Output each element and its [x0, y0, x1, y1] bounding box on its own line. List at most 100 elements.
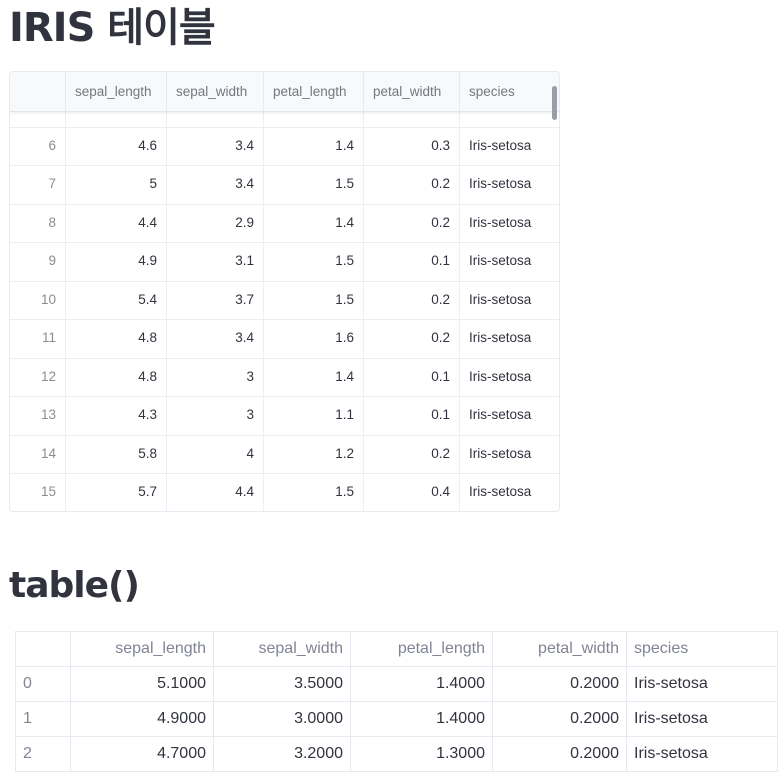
- sepal-length-cell[interactable]: 4.8: [66, 357, 167, 396]
- petal-width-cell[interactable]: 0.1: [364, 357, 460, 396]
- petal-length-cell: 1.4000: [350, 701, 493, 737]
- dataframe-row[interactable]: 13 4.3 3 1.1 0.1 Iris-setosa: [10, 396, 559, 436]
- sepal-width-cell: 3.0000: [213, 701, 351, 737]
- petal-length-cell[interactable]: 1.7: [264, 112, 364, 127]
- sepal-width-cell[interactable]: 3: [167, 357, 264, 396]
- petal-width-cell[interactable]: 0.2: [364, 165, 460, 204]
- petal-width-cell[interactable]: 0.2: [364, 280, 460, 319]
- species-cell[interactable]: Iris-setosa: [460, 473, 559, 511]
- sepal-width-cell[interactable]: 2.9: [167, 203, 264, 242]
- dataframe-header: sepal_length sepal_width petal_length pe…: [10, 72, 559, 112]
- sepal-length-cell[interactable]: 5: [66, 165, 167, 204]
- table-header-petal-width: petal_width: [492, 631, 627, 667]
- species-cell[interactable]: Iris-setosa: [460, 127, 559, 166]
- table-row: 0 5.1000 3.5000 1.4000 0.2000 Iris-setosa: [15, 666, 778, 702]
- sepal-length-cell[interactable]: 5.4: [66, 280, 167, 319]
- species-cell[interactable]: Iris-setosa: [460, 112, 559, 127]
- row-index: 13: [10, 396, 66, 435]
- sepal-length-cell[interactable]: 5.8: [66, 434, 167, 473]
- column-header-petal-length[interactable]: petal_length: [264, 72, 364, 111]
- sepal-length-cell: 5.1000: [70, 666, 214, 702]
- species-cell[interactable]: Iris-setosa: [460, 396, 559, 435]
- table-header-row: sepal_length sepal_width petal_length pe…: [15, 631, 778, 667]
- column-header-species[interactable]: species: [460, 72, 559, 111]
- dataframe-row[interactable]: 55.43.91.70.4Iris-setosa: [10, 112, 559, 128]
- table-heading: table(): [9, 565, 140, 606]
- petal-width-cell[interactable]: 0.1: [364, 396, 460, 435]
- dataframe-row[interactable]: 14 5.8 4 1.2 0.2 Iris-setosa: [10, 434, 559, 474]
- sepal-width-cell[interactable]: 4: [167, 434, 264, 473]
- petal-length-cell[interactable]: 1.5: [264, 280, 364, 319]
- dataframe-row[interactable]: 7 5 3.4 1.5 0.2 Iris-setosa: [10, 165, 559, 205]
- petal-length-cell[interactable]: 1.2: [264, 434, 364, 473]
- petal-length-cell[interactable]: 1.4: [264, 203, 364, 242]
- table-row: 1 4.9000 3.0000 1.4000 0.2000 Iris-setosa: [15, 701, 778, 737]
- sepal-width-cell[interactable]: 3.9: [167, 112, 264, 127]
- petal-width-cell[interactable]: 0.2: [364, 319, 460, 358]
- petal-width-cell[interactable]: 0.4: [364, 112, 460, 127]
- species-cell: Iris-setosa: [626, 666, 778, 702]
- row-index: 15: [10, 473, 66, 511]
- petal-width-cell[interactable]: 0.2: [364, 203, 460, 242]
- petal-width-cell[interactable]: 0.2: [364, 434, 460, 473]
- dataframe-grid[interactable]: sepal_length sepal_width petal_length pe…: [9, 71, 560, 512]
- petal-length-cell[interactable]: 1.4: [264, 126, 364, 165]
- column-header-petal-width[interactable]: petal_width: [364, 72, 460, 111]
- dataframe-row[interactable]: 11 4.8 3.4 1.6 0.2 Iris-setosa: [10, 319, 559, 359]
- table-row: 2 4.7000 3.2000 1.3000 0.2000 Iris-setosa: [15, 736, 778, 772]
- dataframe-row[interactable]: 9 4.9 3.1 1.5 0.1 Iris-setosa: [10, 242, 559, 282]
- petal-length-cell[interactable]: 1.5: [264, 242, 364, 281]
- species-cell[interactable]: Iris-setosa: [460, 242, 559, 281]
- row-index: 1: [15, 701, 71, 737]
- petal-width-cell[interactable]: 0.4: [364, 473, 460, 511]
- petal-length-cell[interactable]: 1.5: [264, 165, 364, 204]
- petal-width-cell[interactable]: 0.3: [364, 126, 460, 165]
- species-cell[interactable]: Iris-setosa: [460, 358, 559, 397]
- dataframe-row[interactable]: 12 4.8 3 1.4 0.1 Iris-setosa: [10, 357, 559, 397]
- species-cell[interactable]: Iris-setosa: [460, 281, 559, 320]
- dataframe-row[interactable]: 6 4.6 3.4 1.4 0.3 Iris-setosa: [10, 126, 559, 166]
- dataframe-row[interactable]: 10 5.4 3.7 1.5 0.2 Iris-setosa: [10, 280, 559, 320]
- petal-width-cell[interactable]: 0.1: [364, 242, 460, 281]
- sepal-length-cell[interactable]: 5.7: [66, 473, 167, 511]
- static-table: sepal_length sepal_width petal_length pe…: [15, 631, 778, 772]
- row-index: 7: [10, 165, 66, 204]
- petal-length-cell: 1.3000: [350, 736, 493, 772]
- sepal-length-cell[interactable]: 5.4: [66, 112, 167, 127]
- sepal-length-cell[interactable]: 4.6: [66, 126, 167, 165]
- petal-length-cell[interactable]: 1.1: [264, 396, 364, 435]
- species-cell[interactable]: Iris-setosa: [460, 204, 559, 243]
- sepal-width-cell[interactable]: 3.4: [167, 126, 264, 165]
- sepal-width-cell[interactable]: 3.4: [167, 319, 264, 358]
- sepal-width-cell[interactable]: 4.4: [167, 473, 264, 511]
- sepal-length-cell[interactable]: 4.9: [66, 242, 167, 281]
- sepal-width-cell[interactable]: 3: [167, 396, 264, 435]
- species-cell[interactable]: Iris-setosa: [460, 435, 559, 474]
- dataframe-row[interactable]: 15 5.7 4.4 1.5 0.4 Iris-setosa: [10, 473, 559, 511]
- petal-length-cell[interactable]: 1.4: [264, 357, 364, 396]
- species-cell[interactable]: Iris-setosa: [460, 319, 559, 358]
- row-index: 12: [10, 357, 66, 396]
- column-header-sepal-width[interactable]: sepal_width: [167, 72, 264, 111]
- row-index: 6: [10, 126, 66, 165]
- petal-length-cell[interactable]: 1.6: [264, 319, 364, 358]
- sepal-width-cell[interactable]: 3.1: [167, 242, 264, 281]
- sepal-length-cell: 4.9000: [70, 701, 214, 737]
- sepal-length-cell[interactable]: 4.4: [66, 203, 167, 242]
- dataframe-row[interactable]: 8 4.4 2.9 1.4 0.2 Iris-setosa: [10, 203, 559, 243]
- table-header-sepal-width: sepal_width: [213, 631, 351, 667]
- sepal-length-cell[interactable]: 4.3: [66, 396, 167, 435]
- dataframe-scrollbar[interactable]: [552, 86, 557, 120]
- static-table-body: 0 5.1000 3.5000 1.4000 0.2000 Iris-setosa 1 4.9…: [15, 666, 778, 772]
- petal-length-cell: 1.4000: [350, 666, 493, 702]
- species-cell[interactable]: Iris-setosa: [460, 165, 559, 204]
- sepal-width-cell[interactable]: 3.7: [167, 280, 264, 319]
- row-index: 10: [10, 280, 66, 319]
- dataframe-body: 55.43.91.70.4Iris-setosa64.63.41.40.3Iri…: [10, 112, 559, 511]
- sepal-length-cell[interactable]: 4.8: [66, 319, 167, 358]
- petal-length-cell[interactable]: 1.5: [264, 473, 364, 511]
- table-header-petal-length: petal_length: [350, 631, 493, 667]
- column-header-sepal-length[interactable]: sepal_length: [66, 72, 167, 111]
- column-header-index[interactable]: [10, 72, 66, 111]
- sepal-width-cell[interactable]: 3.4: [167, 165, 264, 204]
